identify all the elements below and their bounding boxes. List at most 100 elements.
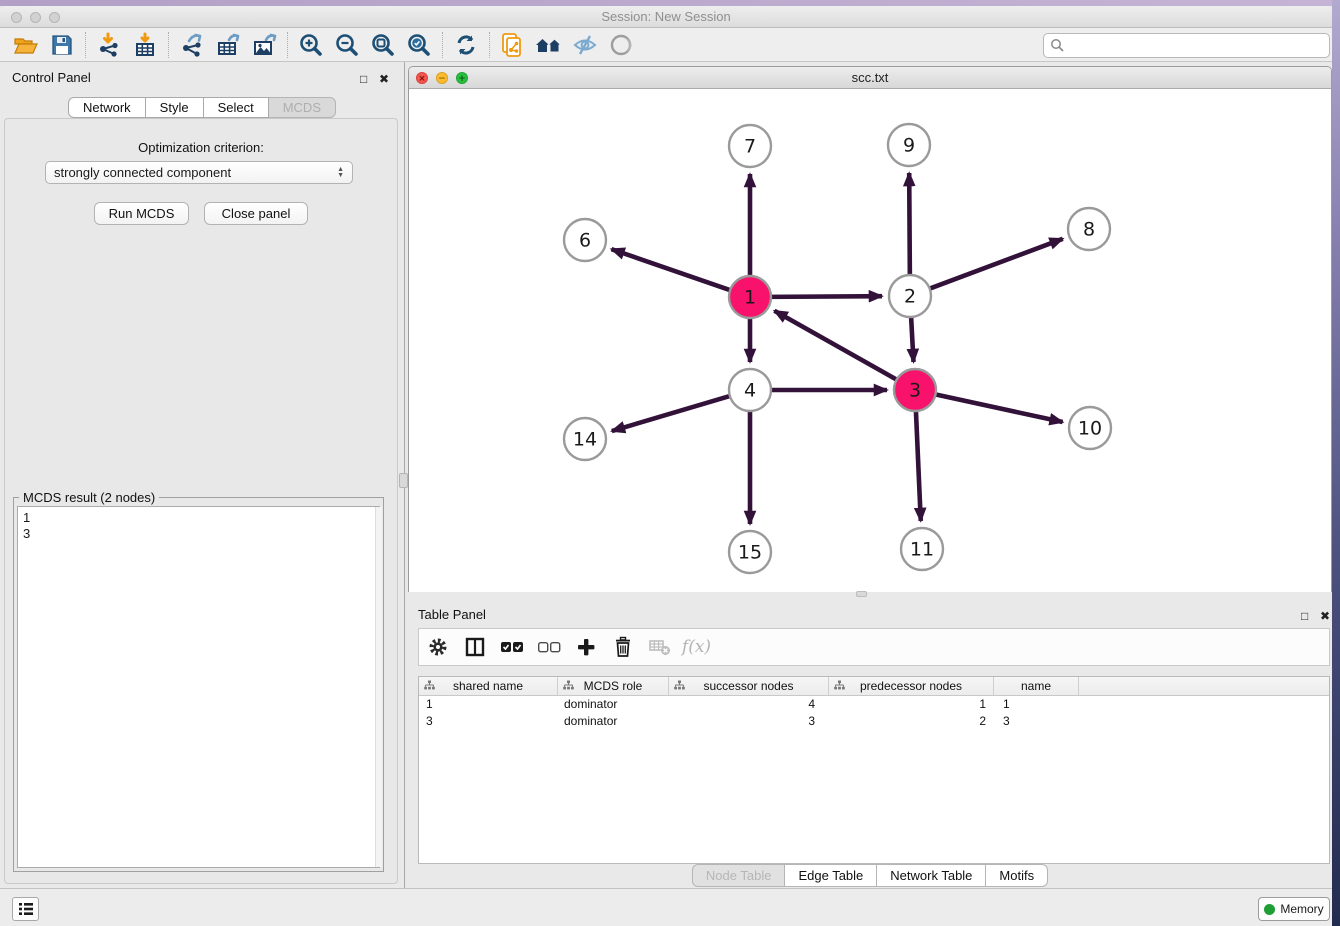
horizontal-splitter-handle[interactable] — [856, 591, 867, 597]
graph-node-6[interactable]: 6 — [564, 219, 606, 261]
open-session-button[interactable] — [8, 30, 44, 60]
graph-node-10[interactable]: 10 — [1069, 407, 1111, 449]
select-all-button[interactable] — [493, 631, 530, 663]
task-history-button[interactable] — [12, 897, 39, 921]
graph-edge-3-10[interactable] — [934, 394, 1063, 422]
import-network-button[interactable] — [91, 30, 127, 60]
table-row[interactable]: 1dominator411 — [419, 696, 1329, 713]
zoom-fit-button[interactable] — [365, 30, 401, 60]
graph-edge-2-8[interactable] — [928, 239, 1063, 290]
tab-network-table[interactable]: Network Table — [877, 864, 986, 887]
graph-edge-2-9[interactable] — [909, 173, 910, 277]
save-session-button[interactable] — [44, 30, 80, 60]
vertical-splitter-handle[interactable] — [399, 473, 408, 488]
search-icon — [1050, 38, 1065, 53]
export-image-button[interactable] — [246, 30, 282, 60]
tab-network[interactable]: Network — [68, 97, 146, 118]
graph-node-4[interactable]: 4 — [729, 369, 771, 411]
refresh-button[interactable] — [448, 30, 484, 60]
add-column-button[interactable] — [567, 631, 604, 663]
delete-table-icon — [648, 637, 672, 657]
table-cell-shared_name[interactable]: 3 — [419, 713, 558, 730]
import-table-button[interactable] — [127, 30, 163, 60]
table-cell-predecessor_nodes[interactable]: 2 — [829, 713, 994, 730]
column-header-shared-name[interactable]: shared name — [419, 677, 558, 695]
graph-node-label: 1 — [744, 287, 756, 309]
graph-node-3[interactable]: 3 — [894, 369, 936, 411]
graph-edge-2-3[interactable] — [911, 315, 914, 362]
table-cell-shared_name[interactable]: 1 — [419, 696, 558, 713]
graph-node-1[interactable]: 1 — [729, 276, 771, 318]
graph-edge-4-14[interactable] — [612, 395, 732, 431]
function-builder-button[interactable]: f(x) — [678, 631, 715, 663]
zoom-in-icon — [298, 32, 324, 58]
tab-mcds[interactable]: MCDS — [269, 97, 336, 118]
export-network-icon — [179, 32, 205, 58]
graph-node-9[interactable]: 9 — [888, 124, 930, 166]
node-table-body: 1dominator4113dominator323 — [419, 696, 1329, 730]
search-box — [1043, 33, 1330, 58]
criterion-select[interactable]: strongly connected component ▲▼ — [45, 161, 353, 184]
table-cell-successor_nodes[interactable]: 4 — [669, 696, 829, 713]
column-header-predecessor-nodes[interactable]: predecessor nodes — [829, 677, 994, 695]
tab-select[interactable]: Select — [204, 97, 269, 118]
export-table-button[interactable] — [210, 30, 246, 60]
graph-node-label: 6 — [579, 230, 591, 252]
deselect-all-button[interactable] — [530, 631, 567, 663]
mcds-result-text[interactable]: 1 3 — [17, 506, 380, 868]
graph-edge-3-11[interactable] — [916, 409, 921, 521]
run-mcds-button[interactable]: Run MCDS — [94, 202, 189, 225]
graph-node-2[interactable]: 2 — [889, 275, 931, 317]
network-canvas[interactable]: 1 2 3 4 6 7 8 9 10 11 14 15 — [409, 89, 1331, 592]
control-panel-close-icon[interactable]: ✖ — [379, 72, 389, 86]
zoom-in-button[interactable] — [293, 30, 329, 60]
graph-edge-1-6[interactable] — [611, 249, 732, 291]
mcds-result-scrollbar[interactable] — [375, 507, 382, 867]
neighbors-button[interactable] — [531, 30, 567, 60]
graph-node-15[interactable]: 15 — [729, 531, 771, 573]
delete-table-button[interactable] — [641, 631, 678, 663]
export-network-button[interactable] — [174, 30, 210, 60]
column-header-successor-nodes[interactable]: successor nodes — [669, 677, 829, 695]
checked-boxes-icon — [500, 640, 524, 654]
hierarchy-icon — [563, 680, 574, 691]
graph-node-8[interactable]: 8 — [1068, 208, 1110, 250]
zoom-out-icon — [334, 32, 360, 58]
tab-node-table[interactable]: Node Table — [692, 864, 786, 887]
search-input[interactable] — [1065, 38, 1329, 54]
column-header-mcds-role[interactable]: MCDS role — [558, 677, 669, 695]
memory-button[interactable]: Memory — [1258, 897, 1330, 921]
table-cell-successor_nodes[interactable]: 3 — [669, 713, 829, 730]
graph-edge-1-2[interactable] — [769, 296, 882, 297]
table-panel-float-icon[interactable]: □ — [1301, 609, 1308, 623]
graph-edge-3-1[interactable] — [774, 311, 898, 381]
graph-node-14[interactable]: 14 — [564, 418, 606, 460]
table-settings-button[interactable] — [419, 631, 456, 663]
column-header-name[interactable]: name — [994, 677, 1079, 695]
tab-edge-table[interactable]: Edge Table — [785, 864, 877, 887]
control-panel-float-icon[interactable]: □ — [360, 72, 367, 86]
close-panel-button[interactable]: Close panel — [204, 202, 308, 225]
graph-node-7[interactable]: 7 — [729, 125, 771, 167]
table-row[interactable]: 3dominator323 — [419, 713, 1329, 730]
table-cell-name[interactable]: 3 — [994, 713, 1079, 730]
hide-panel-button[interactable] — [567, 30, 603, 60]
table-cell-name[interactable]: 1 — [994, 696, 1079, 713]
tab-style[interactable]: Style — [146, 97, 204, 118]
graph-node-label: 15 — [738, 542, 762, 564]
table-cell-mcds_role[interactable]: dominator — [558, 713, 669, 730]
show-panel-button[interactable] — [603, 30, 639, 60]
table-panel-close-icon[interactable]: ✖ — [1320, 609, 1330, 623]
zoom-selected-button[interactable] — [401, 30, 437, 60]
graph-node-11[interactable]: 11 — [901, 528, 943, 570]
table-cell-predecessor_nodes[interactable]: 1 — [829, 696, 994, 713]
mcds-result-title: MCDS result (2 nodes) — [19, 490, 159, 505]
zoom-out-button[interactable] — [329, 30, 365, 60]
network-file-button[interactable] — [495, 30, 531, 60]
tab-motifs[interactable]: Motifs — [986, 864, 1048, 887]
table-cell-mcds_role[interactable]: dominator — [558, 696, 669, 713]
network-graph: 1 2 3 4 6 7 8 9 10 11 14 15 — [409, 89, 1331, 592]
column-layout-button[interactable] — [456, 631, 493, 663]
delete-column-button[interactable] — [604, 631, 641, 663]
hierarchy-icon — [834, 680, 845, 691]
